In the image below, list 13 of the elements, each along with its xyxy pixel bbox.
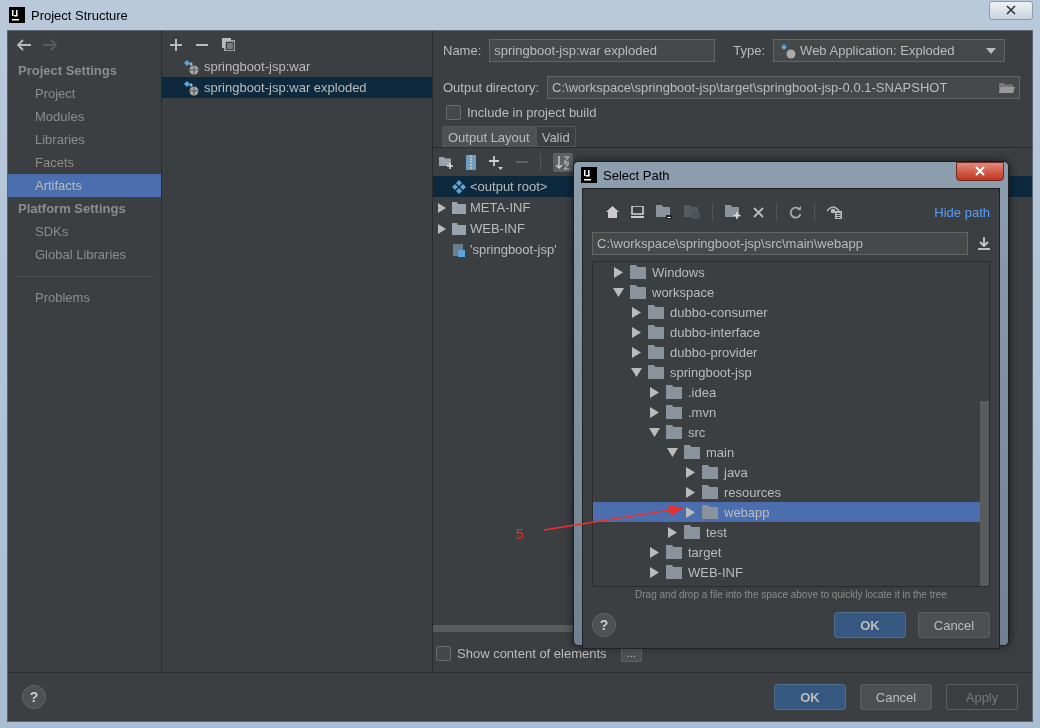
- include-build-label: Include in project build: [467, 105, 597, 120]
- show-content-label: Show content of elements: [457, 645, 607, 661]
- dialog-title: Select Path: [603, 167, 670, 183]
- type-label: Type:: [733, 43, 766, 58]
- annotation-label: 5: [516, 526, 524, 542]
- section-heading: Project Settings: [17, 62, 118, 80]
- section-heading: Platform Settings: [17, 200, 127, 218]
- output-directory-label: Output directory:: [443, 80, 540, 95]
- artifact-label: springboot-jsp:war exploded: [204, 80, 367, 95]
- window-title: Project Structure: [31, 7, 128, 23]
- name-label: Name:: [443, 43, 482, 58]
- hint-text: Drag and drop a file into the space above to quickly locate it in the tree: [634, 588, 948, 602]
- artifact-label: springboot-jsp:war: [204, 59, 311, 74]
